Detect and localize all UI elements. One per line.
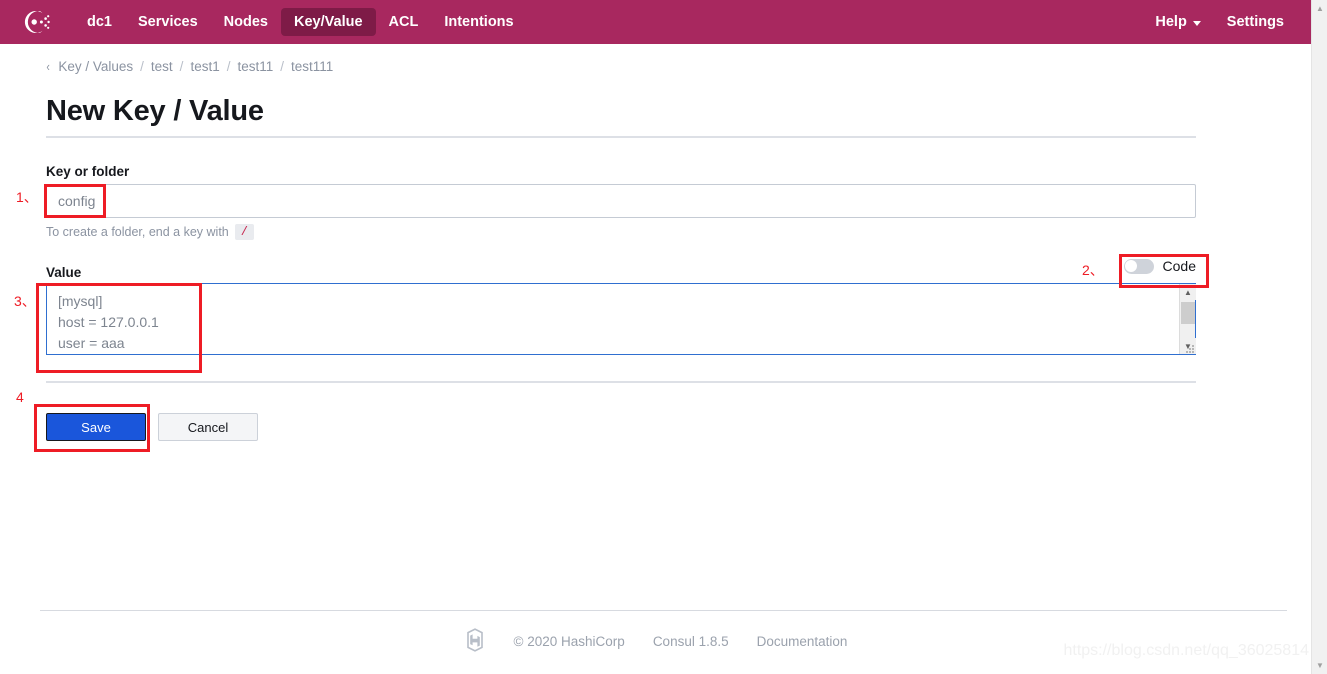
breadcrumb-item-test1[interactable]: test1 [190, 59, 219, 74]
value-textarea[interactable] [46, 283, 1196, 355]
buttons-divider [46, 381, 1196, 383]
window-scroll-up-icon[interactable]: ▲ [1312, 0, 1327, 17]
breadcrumb-item-test[interactable]: test [151, 59, 173, 74]
nav-item-help[interactable]: Help [1142, 8, 1213, 36]
code-toggle-switch[interactable] [1123, 258, 1154, 274]
breadcrumb-back-icon[interactable]: ‹ [46, 59, 49, 74]
hashicorp-logo-icon [464, 628, 486, 655]
annotation-number-1: 1、 [16, 189, 38, 205]
key-hint-text: To create a folder, end a key with [46, 225, 229, 239]
breadcrumb-separator: / [140, 59, 144, 74]
annotation-number-3: 3、 [14, 293, 36, 309]
breadcrumb-item-test11[interactable]: test11 [237, 59, 273, 74]
code-toggle-knob [1125, 260, 1138, 272]
navbar-right: Help Settings [1142, 0, 1297, 44]
nav-item-dc1[interactable]: dc1 [74, 8, 125, 36]
nav-item-services[interactable]: Services [125, 8, 211, 36]
breadcrumb: ‹ Key / Values / test / test1 / test11 /… [46, 59, 333, 74]
nav-item-nodes[interactable]: Nodes [211, 8, 281, 36]
window-scroll-down-icon[interactable]: ▼ [1312, 657, 1327, 674]
nav-help-label: Help [1155, 14, 1187, 30]
resize-grip-icon[interactable] [1185, 344, 1194, 353]
annotation-number-2: 2、 [1082, 262, 1104, 278]
nav-item-settings[interactable]: Settings [1214, 8, 1297, 36]
cancel-button[interactable]: Cancel [158, 413, 258, 441]
key-hint-code: / [234, 224, 254, 240]
window-scrollbar[interactable]: ▲ ▼ [1311, 0, 1327, 674]
title-divider [46, 136, 1196, 138]
footer-copyright: © 2020 HashiCorp [513, 634, 625, 649]
save-button[interactable]: Save [46, 413, 146, 441]
code-toggle-label: Code [1162, 258, 1196, 274]
watermark: https://blog.csdn.net/qq_36025814 [1063, 642, 1309, 659]
app-root: dc1 Services Nodes Key/Value ACL Intenti… [0, 0, 1327, 674]
footer-version: Consul 1.8.5 [652, 634, 729, 649]
scroll-up-icon[interactable]: ▲ [1180, 284, 1196, 300]
page-title: New Key / Value [46, 95, 264, 127]
breadcrumb-separator: / [179, 59, 184, 74]
top-navbar: dc1 Services Nodes Key/Value ACL Intenti… [0, 0, 1311, 44]
nav-item-intentions[interactable]: Intentions [431, 8, 526, 36]
nav-item-key-value[interactable]: Key/Value [281, 8, 376, 36]
key-or-folder-label: Key or folder [46, 164, 130, 179]
breadcrumb-separator: / [226, 59, 231, 74]
breadcrumb-separator: / [280, 59, 285, 74]
footer-documentation-link[interactable]: Documentation [757, 634, 848, 649]
code-toggle[interactable]: Code [1123, 258, 1196, 274]
nav-item-acl[interactable]: ACL [376, 8, 432, 36]
breadcrumb-item-test111[interactable]: test111 [291, 59, 333, 74]
key-hint: To create a folder, end a key with / [46, 224, 254, 240]
breadcrumb-item-key-values[interactable]: Key / Values [58, 59, 133, 74]
chevron-down-icon [1192, 20, 1201, 26]
footer-divider [40, 610, 1287, 611]
value-textarea-wrapper: ▲ ▼ [46, 283, 1196, 355]
annotation-number-4: 4 [16, 389, 24, 405]
key-input[interactable] [46, 184, 1196, 218]
scrollbar-thumb[interactable] [1181, 302, 1195, 324]
navbar-links: dc1 Services Nodes Key/Value ACL Intenti… [74, 8, 527, 36]
consul-logo-icon[interactable] [18, 3, 56, 41]
value-label: Value [46, 265, 82, 280]
